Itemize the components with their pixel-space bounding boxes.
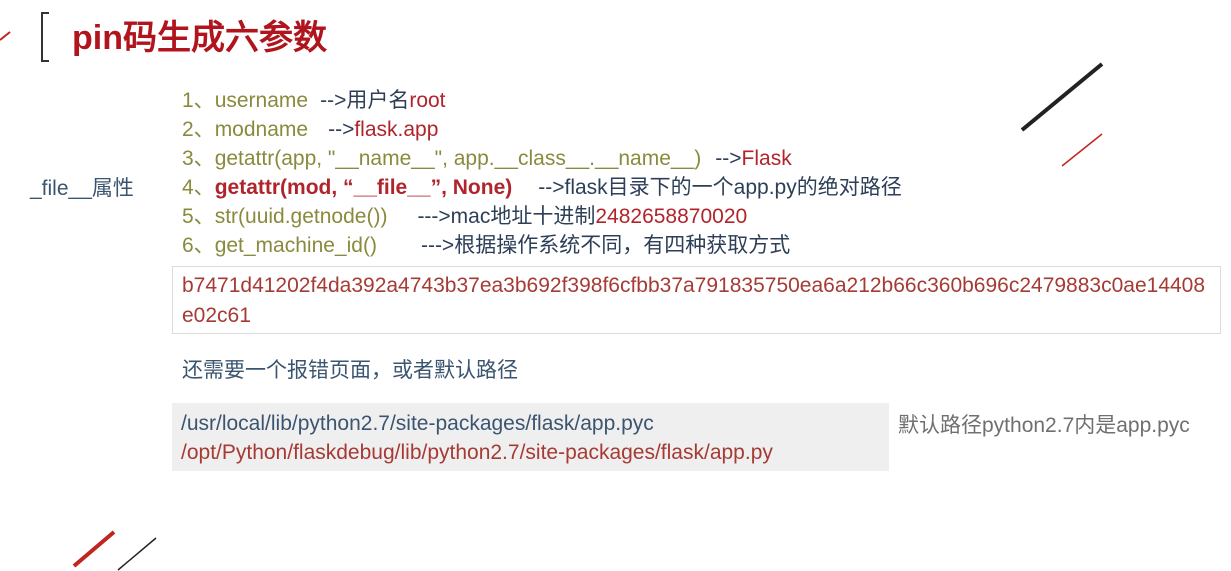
param-text: str(uuid.getnode()) [214,205,388,228]
param-number: 2、 [182,118,215,141]
param-number: 1、 [182,89,215,112]
param-text: getattr(mod, “__file__”, None) [214,176,513,199]
need-error-page-text: 还需要一个报错页面，或者默认路径 [182,359,518,382]
param-arrow: --->根据操作系统不同，有四种获取方式 [420,234,791,257]
param-row-5: 5、str(uuid.getnode()) --->mac地址十进制2482658… [182,202,902,231]
param-number: 5、 [182,205,215,228]
param-result: Flask [741,147,792,170]
page-title: pin码生成六参数 [72,19,327,57]
file-attribute-label: _file__属性 [30,177,134,200]
param-arrow: --->mac地址十进制 [417,205,596,228]
param-text: modname [214,118,309,141]
param-list: 1、username -->用户名root 2、modname -->flask.a… [182,86,902,260]
path-line-2: /opt/Python/flaskdebug/lib/python2.7/sit… [181,441,773,464]
param-arrow: --> [328,118,355,141]
deco-line-bottom-black [117,537,157,571]
param-result: flask.app [354,118,439,141]
param-result: 2482658870020 [595,205,748,228]
param-arrow: --> [715,147,742,170]
machine-id-box: b7471d41202f4da392a4743b37ea3b692f398f6c… [172,266,1221,334]
param-number: 6、 [182,234,215,257]
deco-line-topleft [0,31,11,41]
deco-line-red [1061,133,1103,167]
path-box: /usr/local/lib/python2.7/site-packages/f… [172,403,889,471]
param-text: get_machine_id() [214,234,377,257]
param-row-4: 4、getattr(mod, “__file__”, None) -->flask… [182,173,902,202]
param-arrow: -->用户名 [320,89,410,112]
param-row-2: 2、modname -->flask.app [182,115,902,144]
param-arrow: -->flask目录下的一个app.py的绝对路径 [538,176,902,199]
path-line-1: /usr/local/lib/python2.7/site-packages/f… [181,412,654,435]
deco-line-black [1020,62,1104,132]
param-row-1: 1、username -->用户名root [182,86,902,115]
param-text: username [214,89,309,112]
deco-line-bottom-red [72,530,116,568]
param-number: 4、 [182,176,215,199]
param-text: getattr(app, "__name__", app.__class__._… [214,147,702,170]
param-row-6: 6、get_machine_id() --->根据操作系统不同，有四种获取方式 [182,231,902,260]
param-result: root [409,89,446,112]
param-number: 3、 [182,147,215,170]
default-path-note: 默认路径python2.7内是app.pyc [898,414,1190,437]
param-row-3: 3、getattr(app, "__name__", app.__class__… [182,144,902,173]
title-bracket [41,12,49,62]
